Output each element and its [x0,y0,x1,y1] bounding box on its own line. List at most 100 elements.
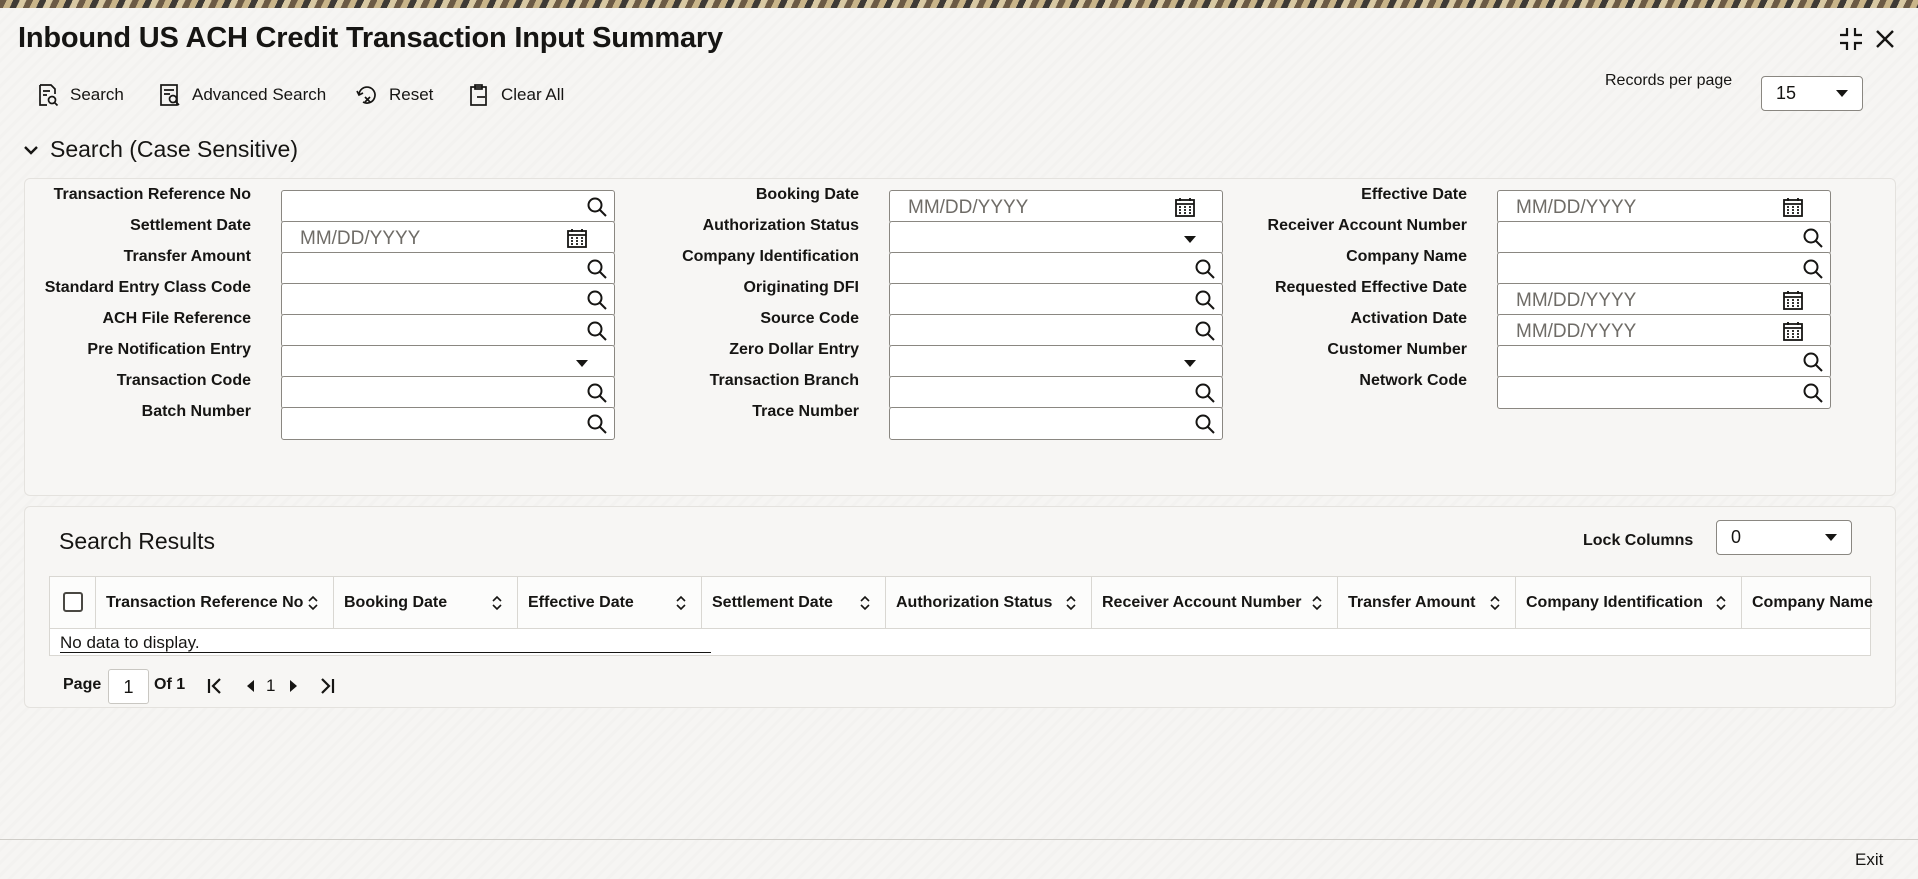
lock-columns-select[interactable]: 0 [1716,520,1852,555]
search-icon[interactable] [586,413,608,435]
transaction-reference-no-label: Transaction Reference No [53,186,251,203]
calendar-icon[interactable] [1782,320,1804,342]
booking-date-label: Booking Date [755,186,859,203]
column-header-company-identification[interactable]: Company Identification [1516,577,1742,629]
sort-icon[interactable] [491,595,503,611]
booking-date-date-input[interactable]: MM/DD/YYYY [889,190,1223,223]
collapse-icon[interactable] [1838,26,1864,52]
search-icon[interactable] [1194,382,1216,404]
search-icon[interactable] [586,196,608,218]
column-header-transaction-reference-no[interactable]: Transaction Reference No [96,577,334,629]
column-header-label: Settlement Date [712,594,833,611]
clear-all-button[interactable]: Clear All [467,80,564,110]
network-code-input[interactable] [1497,376,1831,409]
pre-notification-entry-select[interactable] [281,345,615,378]
results-table: Transaction Reference No Booking Date Effe… [49,576,1873,656]
authorization-status-select[interactable] [889,221,1223,254]
transaction-code-input[interactable] [281,376,615,409]
search-icon[interactable] [1802,227,1824,249]
column-header-receiver-account-number[interactable]: Receiver Account Number [1092,577,1338,629]
receiver-account-number-input[interactable] [1497,221,1831,254]
column-header-booking-date[interactable]: Booking Date [334,577,518,629]
column-header-settlement-date[interactable]: Settlement Date [702,577,886,629]
search-icon[interactable] [1802,351,1824,373]
transaction-reference-no-input[interactable] [281,190,615,223]
sort-icon[interactable] [1065,595,1077,611]
source-code-input[interactable] [889,314,1223,347]
batch-number-input[interactable] [281,407,615,440]
transaction-branch-input[interactable] [889,376,1223,409]
reset-button[interactable]: Reset [355,80,433,110]
company-name-input[interactable] [1497,252,1831,285]
select-all-checkbox[interactable] [63,592,83,612]
customer-number-input[interactable] [1497,345,1831,378]
source-code-label: Source Code [760,310,859,327]
receiver-account-number-label: Receiver Account Number [1267,217,1467,234]
originating-dfi-input[interactable] [889,283,1223,316]
customer-number-label: Customer Number [1327,341,1467,358]
next-page-icon[interactable] [283,676,303,696]
search-button[interactable]: Search [36,80,124,110]
advanced-search-button[interactable]: Advanced Search [158,80,326,110]
search-icon[interactable] [1194,258,1216,280]
column-header-authorization-status[interactable]: Authorization Status [886,577,1092,629]
activation-date-date-input[interactable]: MM/DD/YYYY [1497,314,1831,347]
search-icon[interactable] [586,382,608,404]
search-icon[interactable] [1802,382,1824,404]
requested-effective-date-date-input[interactable]: MM/DD/YYYY [1497,283,1831,316]
reset-label: Reset [389,85,434,104]
date-placeholder: MM/DD/YYYY [1516,290,1637,311]
sort-icon[interactable] [675,595,687,611]
calendar-icon[interactable] [1782,196,1804,218]
column-header-label: Company Identification [1526,594,1703,611]
pager-page-input[interactable]: 1 [108,669,149,704]
column-header-label: Company Name [1752,594,1873,611]
records-per-page-select[interactable]: 15 [1761,76,1863,111]
date-placeholder: MM/DD/YYYY [300,228,421,249]
search-icon[interactable] [586,258,608,280]
chevron-down-icon [1825,534,1837,541]
transfer-amount-input[interactable] [281,252,615,285]
column-header-company-name[interactable]: Company Name [1742,577,1916,629]
date-placeholder: MM/DD/YYYY [908,197,1029,218]
close-icon[interactable] [1872,26,1898,52]
search-icon[interactable] [586,289,608,311]
footer-divider [0,839,1918,840]
lock-columns-value: 0 [1731,527,1742,547]
calendar-icon[interactable] [1174,196,1196,218]
sort-icon[interactable] [1489,595,1501,611]
search-icon[interactable] [1194,289,1216,311]
column-header-transfer-amount[interactable]: Transfer Amount [1338,577,1516,629]
calendar-icon[interactable] [566,227,588,249]
column-header-effective-date[interactable]: Effective Date [518,577,702,629]
sort-icon[interactable] [307,595,319,611]
column-header-label: Authorization Status [896,594,1053,611]
sort-icon[interactable] [1311,595,1323,611]
chevron-down-icon [1184,360,1196,367]
search-icon[interactable] [1194,320,1216,342]
settlement-date-label: Settlement Date [130,217,251,234]
requested-effective-date-label: Requested Effective Date [1274,279,1467,296]
standard-entry-class-code-input[interactable] [281,283,615,316]
effective-date-date-input[interactable]: MM/DD/YYYY [1497,190,1831,223]
sort-icon[interactable] [859,595,871,611]
clear-all-label: Clear All [501,85,565,104]
search-icon[interactable] [586,320,608,342]
zero-dollar-entry-select[interactable] [889,345,1223,378]
settlement-date-date-input[interactable]: MM/DD/YYYY [281,221,615,254]
previous-page-icon[interactable] [241,676,261,696]
first-page-icon[interactable] [205,676,225,696]
trace-number-input[interactable] [889,407,1223,440]
calendar-icon[interactable] [1782,289,1804,311]
search-section-toggle[interactable]: Search (Case Sensitive) [22,136,298,163]
exit-button[interactable]: Exit [1855,850,1883,870]
sort-icon[interactable] [1715,595,1727,611]
column-header-label: Receiver Account Number [1102,594,1302,611]
search-icon[interactable] [1194,413,1216,435]
company-identification-input[interactable] [889,252,1223,285]
last-page-icon[interactable] [317,676,337,696]
ach-file-reference-input[interactable] [281,314,615,347]
activation-date-label: Activation Date [1350,310,1467,327]
search-icon[interactable] [1802,258,1824,280]
column-header-label: Effective Date [528,594,634,611]
